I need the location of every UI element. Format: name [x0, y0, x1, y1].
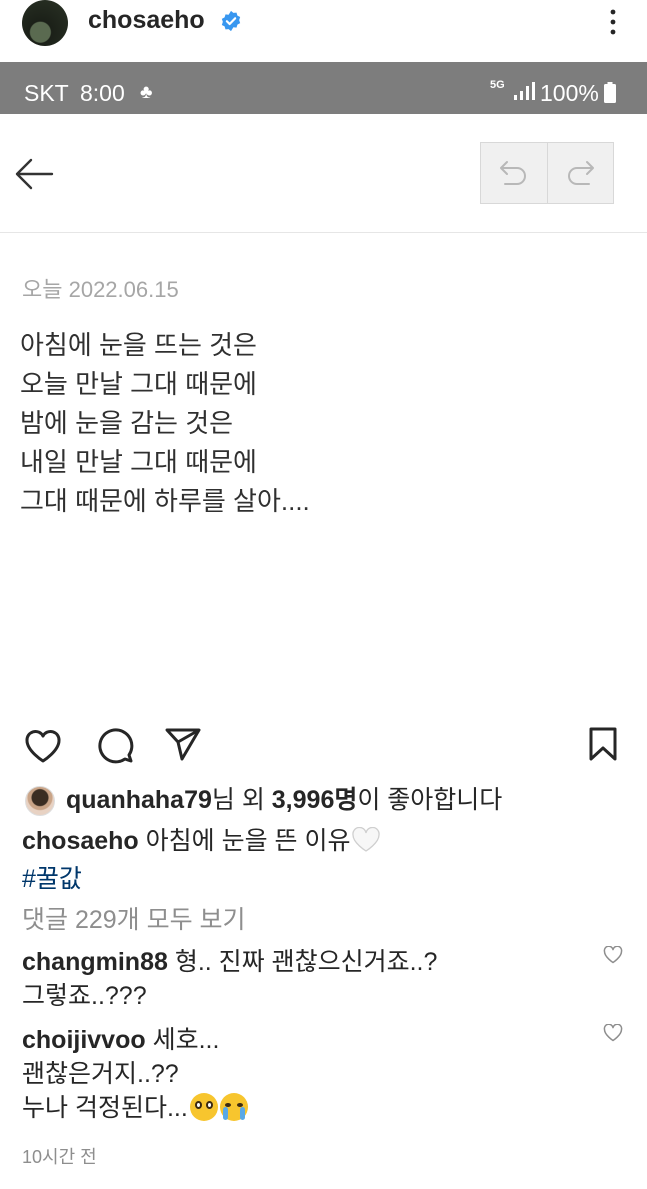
comment-text: 세호...: [145, 1026, 220, 1054]
view-all-comments-link[interactable]: 댓글 229개 모두 보기: [22, 903, 246, 937]
comment: choijivvoo 세호... 괜찮은거지..?? 누나 걱정된다...: [22, 1023, 248, 1125]
comment-text: 누나 걱정된다...: [22, 1094, 188, 1122]
comment-text: 괜찮은거지..??: [22, 1060, 179, 1088]
verified-badge-icon: [221, 10, 241, 32]
likes-count[interactable]: 3,996명: [272, 786, 358, 814]
toolbar-divider: [0, 232, 647, 233]
more-vertical-icon[interactable]: [605, 6, 621, 38]
comment-like-icon[interactable]: [603, 946, 623, 964]
redo-button[interactable]: [546, 143, 614, 203]
back-arrow-icon[interactable]: [12, 152, 56, 196]
comment-text: 그렇죠..???: [22, 982, 147, 1010]
clock: 8:00: [80, 80, 125, 106]
carrier-label: SKT: [24, 80, 69, 106]
undo-icon: [499, 161, 526, 185]
comment-like-icon[interactable]: [603, 1024, 623, 1042]
battery-icon: [604, 82, 616, 103]
caption: chosaeho 아침에 눈을 뜬 이유: [22, 824, 381, 858]
memo-line: 오늘 만날 그대 때문에: [20, 369, 257, 399]
liker-username[interactable]: quanhaha79: [66, 786, 212, 814]
memo-line: 아침에 눈을 뜨는 것은: [20, 330, 257, 360]
comment-username[interactable]: changmin88: [22, 948, 168, 976]
comment-username[interactable]: choijivvoo: [22, 1026, 146, 1054]
network-type: 5G: [490, 79, 505, 91]
caption-text: 아침에 눈을 뜬 이유: [138, 827, 351, 855]
caption-username[interactable]: chosaeho: [22, 827, 139, 855]
memo-line: 그대 때문에 하루를 살아....: [20, 486, 310, 516]
crying-face-icon: [219, 1093, 248, 1121]
comment-icon[interactable]: [96, 726, 134, 764]
white-heart-icon: [351, 827, 380, 852]
memo-body[interactable]: 아침에 눈을 뜨는 것은 오늘 만날 그대 때문에 밤에 눈을 감는 것은 내일…: [20, 326, 310, 521]
status-bar: SKT 8:00 ♣ 5G 100%: [0, 62, 647, 114]
share-icon[interactable]: [164, 727, 202, 763]
profile-avatar[interactable]: [22, 0, 68, 46]
redo-icon: [568, 161, 595, 185]
hashtag-link[interactable]: #꿀값: [22, 862, 82, 896]
liker-avatar[interactable]: [25, 786, 55, 816]
undo-redo-group: [480, 142, 614, 204]
post-timestamp: 10시간 전: [22, 1147, 97, 1167]
likes-text: 이 좋아합니다: [357, 786, 503, 814]
bookmark-icon[interactable]: [588, 726, 618, 762]
likes-text: 님 외: [211, 786, 272, 814]
undo-button[interactable]: [481, 143, 547, 203]
likes-summary[interactable]: quanhaha79님 외 3,996명이 좋아합니다: [66, 783, 502, 817]
pleading-face-icon: [189, 1093, 218, 1121]
heart-icon[interactable]: [24, 728, 62, 764]
comment-text: 형.. 진짜 괜찮으신거죠..?: [167, 948, 438, 976]
signal-icon: [514, 82, 535, 100]
memo-date: 오늘 2022.06.15: [22, 277, 179, 302]
post-username[interactable]: chosaeho: [88, 6, 205, 35]
battery-percent: 100%: [540, 80, 599, 106]
memo-line: 내일 만날 그대 때문에: [20, 447, 257, 477]
memo-line: 밤에 눈을 감는 것은: [20, 408, 234, 438]
notification-icon: ♣: [140, 82, 153, 103]
comment: changmin88 형.. 진짜 괜찮으신거죠..? 그렇죠..???: [22, 945, 437, 1013]
